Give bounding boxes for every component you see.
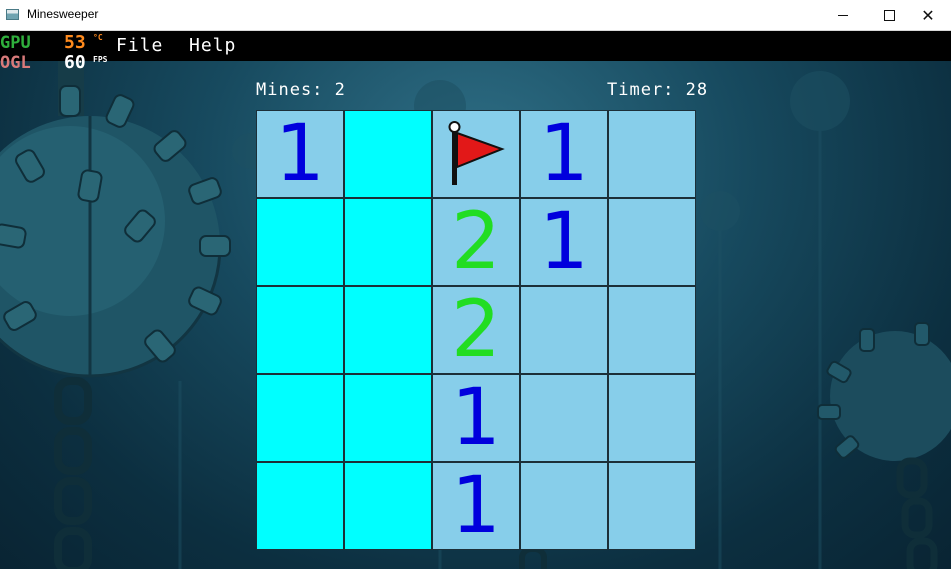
- minimize-icon: [838, 15, 848, 16]
- cell-number[interactable]: 1: [432, 462, 520, 550]
- title-bar: Minesweeper ✕: [0, 0, 951, 31]
- cell-hidden[interactable]: [344, 462, 432, 550]
- minimize-button[interactable]: [820, 0, 866, 31]
- overlay-fps-unit: FPS: [93, 55, 108, 64]
- cell-number-label: 1: [451, 373, 501, 463]
- cell-number-label: 1: [539, 197, 589, 287]
- cell-hidden[interactable]: [256, 198, 344, 286]
- cell-number[interactable]: 1: [520, 110, 608, 198]
- cell-empty[interactable]: [608, 462, 696, 550]
- overlay-fps-value: 60: [64, 52, 86, 73]
- cell-number-label: 1: [451, 461, 501, 551]
- cell-hidden[interactable]: [256, 462, 344, 550]
- mines-counter: Mines: 2: [256, 80, 346, 100]
- menu-file[interactable]: File: [116, 35, 163, 56]
- cell-empty[interactable]: [608, 198, 696, 286]
- cell-hidden[interactable]: [344, 198, 432, 286]
- cell-hidden[interactable]: [344, 286, 432, 374]
- close-button[interactable]: ✕: [905, 0, 951, 31]
- timer-display: Timer: 28: [607, 80, 709, 100]
- minesweeper-board: 1121211: [256, 110, 697, 551]
- flag-icon: [448, 121, 505, 185]
- cell-hidden[interactable]: [344, 374, 432, 462]
- cell-hidden[interactable]: [256, 286, 344, 374]
- window-title: Minesweeper: [27, 7, 99, 21]
- cell-number-label: 1: [275, 109, 325, 199]
- app-icon: [6, 9, 19, 20]
- overlay-temp-unit: °C: [93, 33, 103, 42]
- cell-empty[interactable]: [608, 286, 696, 374]
- cell-hidden[interactable]: [344, 110, 432, 198]
- close-icon: ✕: [921, 5, 935, 25]
- cell-number-label: 2: [451, 197, 501, 287]
- overlay-gpu-label: GPU: [0, 33, 31, 53]
- cell-number[interactable]: 1: [520, 198, 608, 286]
- menu-help[interactable]: Help: [189, 35, 236, 56]
- cell-number[interactable]: 1: [256, 110, 344, 198]
- overlay-ogl-label: OGL: [0, 53, 31, 73]
- cell-number-label: 2: [451, 285, 501, 375]
- cell-number[interactable]: 2: [432, 198, 520, 286]
- cell-hidden[interactable]: [256, 374, 344, 462]
- cell-flagged[interactable]: [432, 110, 520, 198]
- cell-number[interactable]: 1: [432, 374, 520, 462]
- cell-empty[interactable]: [520, 462, 608, 550]
- cell-empty[interactable]: [608, 110, 696, 198]
- maximize-icon: [883, 10, 895, 21]
- overlay-temp-value: 53: [64, 32, 86, 53]
- cell-empty[interactable]: [520, 374, 608, 462]
- menu-bar: File Help: [0, 31, 951, 61]
- cell-number-label: 1: [539, 109, 589, 199]
- cell-empty[interactable]: [608, 374, 696, 462]
- big-mine: [0, 61, 231, 569]
- cell-number[interactable]: 2: [432, 286, 520, 374]
- cell-empty[interactable]: [520, 286, 608, 374]
